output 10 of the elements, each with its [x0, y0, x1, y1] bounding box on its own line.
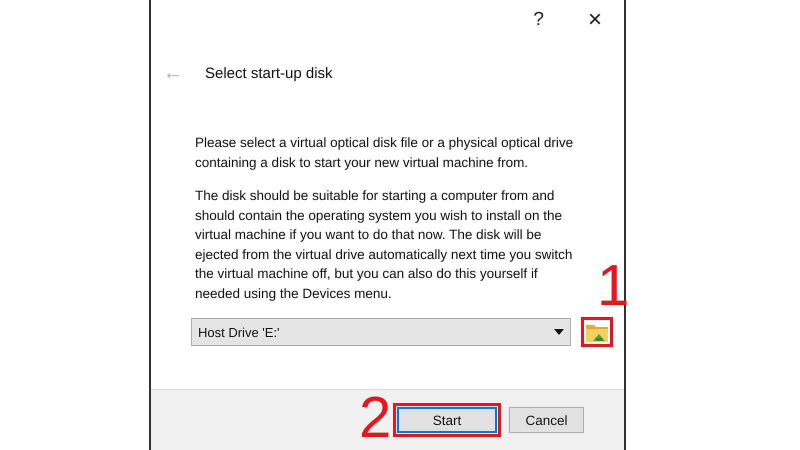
instruction-text: The disk should be suitable for starting a computer from and should contain the operating system you wish to install on the virtual machine if you want to do that now. The disk will be ejected from the virtual drive automatically next time you switch the virtual machine off, but you can also do this yourself if needed using the Devices menu.: [195, 187, 574, 303]
close-button[interactable]: ×: [588, 6, 602, 34]
instruction-text: Please select a virtual optical disk file or a physical optical drive containing a disk to start your new virtual machine from.: [195, 134, 574, 172]
caret-icon: [554, 329, 564, 335]
disk-dropdown[interactable]: Host Drive 'E:': [191, 318, 571, 346]
step-number: 2: [359, 393, 392, 443]
help-button[interactable]: ?: [533, 9, 544, 31]
cancel-button[interactable]: Cancel: [509, 407, 584, 433]
dialog-title: Select start-up disk: [205, 64, 333, 82]
folder-button[interactable]: [581, 317, 613, 347]
